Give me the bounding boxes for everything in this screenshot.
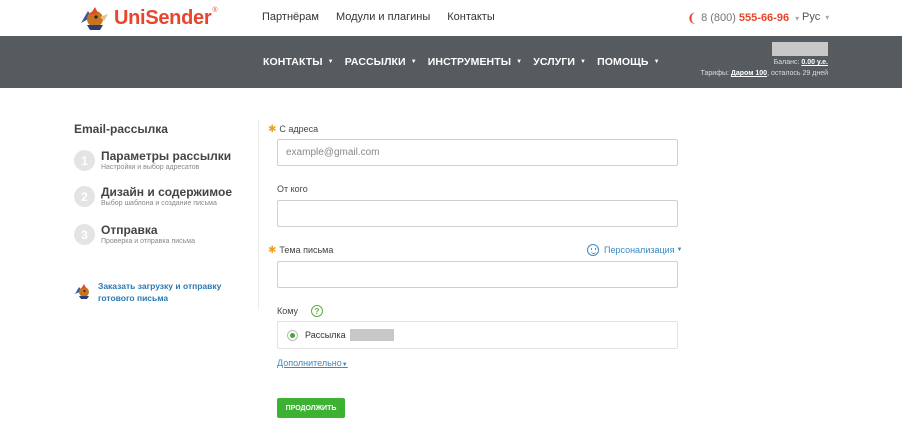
- from-name-input[interactable]: [277, 200, 678, 227]
- caret-down-icon: ▼: [580, 59, 587, 65]
- chevron-down-icon: ▾: [795, 13, 800, 23]
- logo-text: UniSender: [114, 6, 212, 29]
- phone-number: 555-66-96: [738, 12, 790, 24]
- tariff-label: Тарифы:: [700, 70, 729, 77]
- list-radio[interactable]: [287, 329, 298, 341]
- tariff-name-link[interactable]: Даром 100: [731, 70, 767, 77]
- logo-mascot-icon: [78, 5, 110, 31]
- topnav-item-contacts[interactable]: Контакты: [447, 11, 495, 23]
- sidebar-title: Email-рассылка: [74, 122, 168, 136]
- topnav-item-plugins[interactable]: Модули и плагины: [336, 11, 430, 23]
- smiley-icon: [587, 244, 599, 256]
- menu-item-label: КОНТАКТЫ: [263, 56, 323, 68]
- menu-item-help[interactable]: ПОМОЩЬ ▼: [597, 56, 660, 68]
- step-subtitle: Выбор шаблона и создание письма: [101, 200, 217, 207]
- account-name-redacted[interactable]: [772, 42, 828, 56]
- language-label: Рус: [802, 11, 821, 23]
- menu-item-label: РАССЫЛКИ: [344, 56, 406, 68]
- subject-label: ✱ Тема письма: [268, 245, 333, 256]
- caret-down-icon: ▼: [410, 59, 417, 65]
- wizard-step-3[interactable]: 3 Отправка Проверка и отправка письма: [74, 224, 195, 246]
- required-asterisk-icon: ✱: [268, 124, 277, 135]
- menu-item-label: ПОМОЩЬ: [597, 56, 649, 68]
- phone-prefix: 8 (800): [701, 12, 736, 24]
- wizard-sidebar: Email-рассылка 1 Параметры рассылки Наст…: [74, 122, 254, 303]
- advanced-options-label: Дополнительно: [277, 358, 342, 368]
- tariff-info: Тарифы: Даром 100, осталось 29 дней: [690, 70, 828, 77]
- from-address-input[interactable]: [277, 139, 678, 166]
- balance-value[interactable]: 0.00 у.е.: [801, 59, 828, 66]
- from-address-label-text: С адреса: [279, 124, 319, 134]
- mascot-icon: [74, 283, 92, 299]
- step-number: 2: [74, 186, 95, 207]
- caret-down-icon: ▼: [516, 59, 523, 65]
- continue-button[interactable]: ПРОДОЛЖИТЬ: [277, 398, 345, 418]
- order-service-link[interactable]: Заказать загрузку и отправку готового пи…: [74, 280, 238, 304]
- menu-item-tools[interactable]: ИНСТРУМЕНТЫ ▼: [428, 56, 522, 68]
- top-nav: Партнёрам Модули и плагины Контакты: [262, 11, 495, 23]
- list-option-label: Рассылка: [305, 330, 346, 340]
- wizard-step-2[interactable]: 2 Дизайн и содержимое Выбор шаблона и со…: [74, 186, 232, 208]
- help-icon[interactable]: ?: [311, 305, 323, 317]
- wizard-step-1[interactable]: 1 Параметры рассылки Настройки и выбор а…: [74, 150, 231, 172]
- phone-dropdown[interactable]: ❨ 8 (800) 555-66-96 ▾: [687, 11, 799, 25]
- logo[interactable]: UniSender ®: [78, 5, 218, 31]
- menu-item-services[interactable]: УСЛУГИ ▼: [533, 56, 586, 68]
- top-bar: UniSender ® Партнёрам Модули и плагины К…: [0, 0, 902, 36]
- balance-label: Баланс:: [773, 59, 800, 66]
- step-title: Дизайн и содержимое: [101, 185, 232, 199]
- subject-input[interactable]: [277, 261, 678, 288]
- menu-item-campaigns[interactable]: РАССЫЛКИ ▼: [345, 56, 417, 68]
- step-number: 3: [74, 224, 95, 245]
- main-menu: КОНТАКТЫ ▼ РАССЫЛКИ ▼ ИНСТРУМЕНТЫ ▼ УСЛУ…: [263, 56, 660, 68]
- caret-down-icon: ▼: [341, 362, 348, 368]
- language-dropdown[interactable]: Рус ▾: [802, 11, 829, 23]
- menu-item-label: ИНСТРУМЕНТЫ: [427, 56, 512, 68]
- step-title: Отправка: [101, 223, 158, 237]
- sidebar-divider: [258, 120, 259, 310]
- step-title: Параметры рассылки: [101, 149, 232, 163]
- logo-registered-mark: ®: [212, 6, 218, 14]
- menu-item-label: УСЛУГИ: [533, 56, 576, 68]
- caret-down-icon: ▼: [676, 247, 683, 253]
- step-subtitle: Настройки и выбор адресатов: [101, 164, 200, 171]
- order-link-text[interactable]: Заказать загрузку и отправку готового пи…: [98, 280, 238, 304]
- step-subtitle: Проверка и отправка письма: [101, 238, 196, 245]
- main-nav: КОНТАКТЫ ▼ РАССЫЛКИ ▼ ИНСТРУМЕНТЫ ▼ УСЛУ…: [0, 36, 902, 88]
- chevron-down-icon: ▾: [825, 13, 830, 22]
- tariff-remaining: , осталось 29 дней: [767, 70, 828, 77]
- personalization-dropdown[interactable]: Персонализация ▼: [587, 244, 682, 256]
- recipients-label: Кому: [277, 306, 299, 316]
- advanced-options-toggle[interactable]: Дополнительно▼: [277, 358, 348, 368]
- phone-icon: ❨: [687, 11, 698, 25]
- menu-item-contacts[interactable]: КОНТАКТЫ ▼: [263, 56, 334, 68]
- personalization-label: Персонализация: [604, 245, 675, 255]
- from-address-label: ✱ С адреса: [268, 124, 318, 135]
- required-asterisk-icon: ✱: [268, 245, 277, 256]
- caret-down-icon: ▼: [653, 59, 660, 65]
- list-name-redacted: [349, 329, 394, 341]
- from-name-label: От кого: [277, 184, 308, 194]
- balance-info: Баланс: 0.00 у.е.: [745, 59, 828, 66]
- topnav-item-partners[interactable]: Партнёрам: [262, 11, 319, 23]
- recipients-list-box: Рассылка: [277, 321, 678, 349]
- subject-label-text: Тема письма: [279, 245, 334, 255]
- step-number: 1: [74, 150, 95, 171]
- caret-down-icon: ▼: [327, 59, 334, 65]
